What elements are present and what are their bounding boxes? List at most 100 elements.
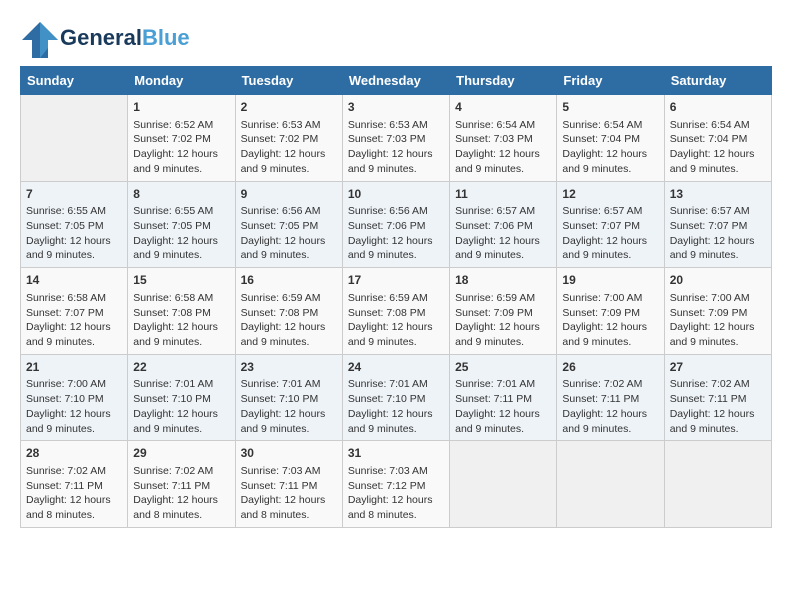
day-info: Sunset: 7:09 PM [455, 306, 551, 321]
calendar-header-row: SundayMondayTuesdayWednesdayThursdayFrid… [21, 67, 772, 95]
day-info: Daylight: 12 hours and 9 minutes. [670, 407, 766, 436]
day-info: Daylight: 12 hours and 9 minutes. [562, 320, 658, 349]
calendar-cell: 19Sunrise: 7:00 AMSunset: 7:09 PMDayligh… [557, 268, 664, 355]
day-info: Daylight: 12 hours and 9 minutes. [562, 407, 658, 436]
day-number: 25 [455, 359, 551, 376]
day-info: Sunset: 7:11 PM [26, 479, 122, 494]
day-number: 12 [562, 186, 658, 203]
day-number: 8 [133, 186, 229, 203]
day-info: Daylight: 12 hours and 9 minutes. [670, 234, 766, 263]
calendar-cell: 13Sunrise: 6:57 AMSunset: 7:07 PMDayligh… [664, 181, 771, 268]
day-info: Sunrise: 6:55 AM [133, 204, 229, 219]
calendar-cell: 3Sunrise: 6:53 AMSunset: 7:03 PMDaylight… [342, 95, 449, 182]
day-number: 6 [670, 99, 766, 116]
calendar-cell: 30Sunrise: 7:03 AMSunset: 7:11 PMDayligh… [235, 441, 342, 528]
day-info: Daylight: 12 hours and 9 minutes. [241, 147, 337, 176]
day-number: 23 [241, 359, 337, 376]
day-info: Daylight: 12 hours and 9 minutes. [241, 320, 337, 349]
day-info: Daylight: 12 hours and 8 minutes. [26, 493, 122, 522]
day-info: Sunrise: 7:01 AM [348, 377, 444, 392]
calendar-week-1: 1Sunrise: 6:52 AMSunset: 7:02 PMDaylight… [21, 95, 772, 182]
calendar-cell: 24Sunrise: 7:01 AMSunset: 7:10 PMDayligh… [342, 354, 449, 441]
day-info: Sunrise: 6:57 AM [670, 204, 766, 219]
day-info: Daylight: 12 hours and 9 minutes. [455, 407, 551, 436]
day-info: Sunrise: 6:58 AM [133, 291, 229, 306]
day-info: Sunrise: 6:56 AM [241, 204, 337, 219]
day-info: Sunrise: 6:59 AM [455, 291, 551, 306]
day-number: 16 [241, 272, 337, 289]
day-info: Sunset: 7:04 PM [562, 132, 658, 147]
calendar-cell: 4Sunrise: 6:54 AMSunset: 7:03 PMDaylight… [450, 95, 557, 182]
column-header-friday: Friday [557, 67, 664, 95]
calendar-cell: 23Sunrise: 7:01 AMSunset: 7:10 PMDayligh… [235, 354, 342, 441]
day-number: 15 [133, 272, 229, 289]
day-info: Sunrise: 7:00 AM [670, 291, 766, 306]
day-info: Sunrise: 6:59 AM [241, 291, 337, 306]
calendar-body: 1Sunrise: 6:52 AMSunset: 7:02 PMDaylight… [21, 95, 772, 528]
day-info: Sunset: 7:11 PM [241, 479, 337, 494]
day-info: Daylight: 12 hours and 9 minutes. [348, 147, 444, 176]
calendar-cell: 31Sunrise: 7:03 AMSunset: 7:12 PMDayligh… [342, 441, 449, 528]
day-number: 13 [670, 186, 766, 203]
day-info: Daylight: 12 hours and 9 minutes. [348, 234, 444, 263]
day-info: Daylight: 12 hours and 9 minutes. [241, 407, 337, 436]
day-info: Sunset: 7:12 PM [348, 479, 444, 494]
day-info: Sunset: 7:09 PM [670, 306, 766, 321]
day-info: Daylight: 12 hours and 9 minutes. [133, 147, 229, 176]
day-info: Sunrise: 7:02 AM [562, 377, 658, 392]
day-info: Sunset: 7:10 PM [348, 392, 444, 407]
day-info: Sunset: 7:07 PM [26, 306, 122, 321]
day-info: Sunrise: 6:54 AM [562, 118, 658, 133]
calendar-cell: 18Sunrise: 6:59 AMSunset: 7:09 PMDayligh… [450, 268, 557, 355]
day-info: Daylight: 12 hours and 8 minutes. [348, 493, 444, 522]
day-info: Daylight: 12 hours and 9 minutes. [455, 147, 551, 176]
day-info: Daylight: 12 hours and 9 minutes. [26, 407, 122, 436]
day-number: 27 [670, 359, 766, 376]
day-info: Daylight: 12 hours and 8 minutes. [241, 493, 337, 522]
day-info: Daylight: 12 hours and 9 minutes. [455, 234, 551, 263]
day-info: Sunset: 7:08 PM [348, 306, 444, 321]
day-info: Sunrise: 7:02 AM [26, 464, 122, 479]
column-header-wednesday: Wednesday [342, 67, 449, 95]
day-number: 14 [26, 272, 122, 289]
calendar-cell: 25Sunrise: 7:01 AMSunset: 7:11 PMDayligh… [450, 354, 557, 441]
calendar-cell: 20 Sunrise: 7:00 AMSunset: 7:09 PMDayligh… [664, 268, 771, 355]
day-number: 7 [26, 186, 122, 203]
calendar-cell: 29Sunrise: 7:02 AMSunset: 7:11 PMDayligh… [128, 441, 235, 528]
day-info: Daylight: 12 hours and 9 minutes. [133, 320, 229, 349]
calendar-cell: 9Sunrise: 6:56 AMSunset: 7:05 PMDaylight… [235, 181, 342, 268]
day-info: Sunset: 7:04 PM [670, 132, 766, 147]
day-info: Sunrise: 7:00 AM [26, 377, 122, 392]
day-info: Sunrise: 6:54 AM [670, 118, 766, 133]
day-info: Sunset: 7:11 PM [562, 392, 658, 407]
day-info: Sunrise: 6:53 AM [348, 118, 444, 133]
day-number: 9 [241, 186, 337, 203]
day-info: Sunrise: 6:55 AM [26, 204, 122, 219]
day-info: Sunset: 7:03 PM [455, 132, 551, 147]
day-info: Sunrise: 6:58 AM [26, 291, 122, 306]
calendar-cell [450, 441, 557, 528]
day-number: 31 [348, 445, 444, 462]
day-info: Sunset: 7:11 PM [455, 392, 551, 407]
calendar-cell [21, 95, 128, 182]
day-number: 19 [562, 272, 658, 289]
calendar-cell: 10Sunrise: 6:56 AMSunset: 7:06 PMDayligh… [342, 181, 449, 268]
day-info: Daylight: 12 hours and 9 minutes. [26, 320, 122, 349]
column-header-saturday: Saturday [664, 67, 771, 95]
day-info: Sunset: 7:05 PM [241, 219, 337, 234]
day-number: 22 [133, 359, 229, 376]
day-info: Sunrise: 7:01 AM [241, 377, 337, 392]
day-number: 1 [133, 99, 229, 116]
day-info: Sunset: 7:05 PM [133, 219, 229, 234]
day-number: 20 [670, 272, 766, 289]
calendar-cell: 1Sunrise: 6:52 AMSunset: 7:02 PMDaylight… [128, 95, 235, 182]
day-info: Daylight: 12 hours and 9 minutes. [670, 320, 766, 349]
calendar-cell: 16Sunrise: 6:59 AMSunset: 7:08 PMDayligh… [235, 268, 342, 355]
day-info: Sunset: 7:07 PM [670, 219, 766, 234]
day-info: Sunset: 7:10 PM [26, 392, 122, 407]
calendar-cell [557, 441, 664, 528]
day-info: Sunset: 7:06 PM [455, 219, 551, 234]
day-info: Sunrise: 7:01 AM [133, 377, 229, 392]
day-info: Sunset: 7:11 PM [133, 479, 229, 494]
day-info: Sunrise: 7:03 AM [241, 464, 337, 479]
